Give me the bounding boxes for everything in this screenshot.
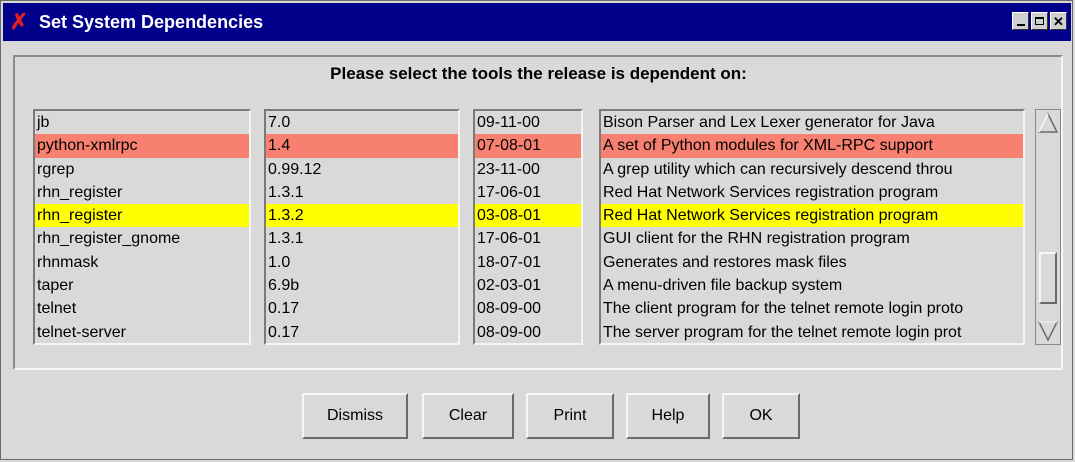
tool-version-item[interactable]: 1.0 — [266, 251, 458, 274]
tool-name-item[interactable]: rhn_register_gnome — [35, 227, 249, 250]
tool-version-item[interactable]: 7.0 — [266, 111, 458, 134]
tool-description-item[interactable]: A grep utility which can recursively des… — [601, 158, 1023, 181]
tool-version-item[interactable]: 1.3.2 — [266, 204, 458, 228]
tool-description-item[interactable]: The server program for the telnet remote… — [601, 321, 1023, 343]
window-title: Set System Dependencies — [39, 12, 264, 32]
tool-date-item[interactable]: 07-08-01 — [475, 134, 581, 158]
print-button[interactable]: Print — [526, 393, 614, 439]
tool-name-item[interactable]: telnet-server — [35, 321, 249, 343]
tool-date-item[interactable]: 08-09-00 — [475, 321, 581, 343]
tool-version-list[interactable]: 7.0 1.4 0.99.12 1.3.1 1.3.2 1.3.1 1.0 6.9b 0.17 0… — [264, 109, 460, 345]
tool-date-item[interactable]: 17-06-01 — [475, 227, 581, 250]
tool-name-item[interactable]: rhn_register — [35, 181, 249, 204]
tool-name-item[interactable]: jb — [35, 111, 249, 134]
tool-description-item[interactable]: Red Hat Network Services registration pr… — [601, 204, 1023, 228]
tool-description-item[interactable]: GUI client for the RHN registration prog… — [601, 227, 1023, 250]
tool-name-item[interactable]: rhnmask — [35, 251, 249, 274]
help-button[interactable]: Help — [626, 393, 710, 439]
scroll-up-arrow-icon[interactable] — [1038, 112, 1058, 134]
clear-button[interactable]: Clear — [422, 393, 514, 439]
tool-name-item[interactable]: python-xmlrpc — [35, 134, 249, 158]
tool-date-item[interactable]: 03-08-01 — [475, 204, 581, 228]
close-button[interactable]: ✕ — [1050, 12, 1067, 30]
tool-version-item[interactable]: 1.3.1 — [266, 227, 458, 250]
tool-version-item[interactable]: 1.3.1 — [266, 181, 458, 204]
tool-version-item[interactable]: 0.17 — [266, 321, 458, 343]
tool-name-item[interactable]: rgrep — [35, 158, 249, 181]
minimize-icon — [1016, 24, 1025, 26]
tool-date-item[interactable]: 09-11-00 — [475, 111, 581, 134]
tool-version-item[interactable]: 0.17 — [266, 297, 458, 320]
tool-name-list[interactable]: jb python-xmlrpc rgrep rhn_register rhn_regi… — [33, 109, 251, 345]
title-bar[interactable]: ✗ Set System Dependencies ✕ — [3, 3, 1071, 41]
minimize-button[interactable] — [1012, 12, 1029, 30]
scrollbar-thumb[interactable] — [1039, 252, 1057, 304]
dismiss-button[interactable]: Dismiss — [302, 393, 408, 439]
maximize-icon — [1035, 17, 1044, 25]
tool-description-item[interactable]: Red Hat Network Services registration pr… — [601, 181, 1023, 204]
vertical-scrollbar[interactable] — [1035, 109, 1061, 345]
tool-date-item[interactable]: 08-09-00 — [475, 297, 581, 320]
tool-version-item[interactable]: 6.9b — [266, 274, 458, 297]
tool-date-item[interactable]: 02-03-01 — [475, 274, 581, 297]
close-icon: ✕ — [1053, 13, 1064, 29]
tool-name-item[interactable]: telnet — [35, 297, 249, 320]
maximize-button[interactable] — [1031, 12, 1048, 30]
tool-date-list[interactable]: 09-11-00 07-08-01 23-11-00 17-06-01 03-08-01… — [473, 109, 583, 345]
tool-version-item[interactable]: 0.99.12 — [266, 158, 458, 181]
tool-description-item[interactable]: A set of Python modules for XML-RPC supp… — [601, 134, 1023, 158]
tool-date-item[interactable]: 23-11-00 — [475, 158, 581, 181]
tool-description-item[interactable]: A menu-driven file backup system — [601, 274, 1023, 297]
tool-name-item[interactable]: rhn_register — [35, 204, 249, 228]
tool-date-item[interactable]: 17-06-01 — [475, 181, 581, 204]
tool-version-item[interactable]: 1.4 — [266, 134, 458, 158]
ok-button[interactable]: OK — [722, 393, 800, 439]
dialog-window: ✗ Set System Dependencies ✕ Please selec… — [0, 0, 1073, 460]
x-icon[interactable]: ✗ — [9, 9, 29, 35]
tool-description-item[interactable]: The client program for the telnet remote… — [601, 297, 1023, 320]
tool-date-item[interactable]: 18-07-01 — [475, 251, 581, 274]
window-controls: ✕ — [1012, 12, 1067, 30]
scroll-down-arrow-icon[interactable] — [1038, 320, 1058, 342]
tool-description-list[interactable]: Bison Parser and Lex Lexer generator for… — [599, 109, 1025, 345]
tool-description-item[interactable]: Generates and restores mask files — [601, 251, 1023, 274]
tool-description-item[interactable]: Bison Parser and Lex Lexer generator for… — [601, 111, 1023, 134]
tool-name-item[interactable]: taper — [35, 274, 249, 297]
instruction-label: Please select the tools the release is d… — [330, 64, 747, 83]
